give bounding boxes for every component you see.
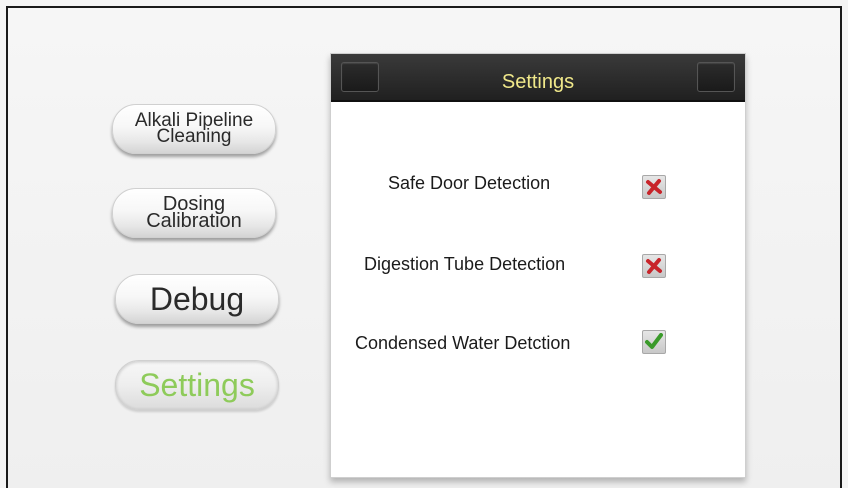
condensed-water-detection-label: Condensed Water Detction xyxy=(355,333,571,353)
alkali-pipeline-cleaning-button[interactable]: Alkali Pipeline Cleaning xyxy=(112,104,276,154)
debug-label: Debug xyxy=(149,280,245,317)
settings-nav-label: Settings xyxy=(139,366,255,403)
app-frame: Alkali Pipeline Cleaning Dosing Calibrat… xyxy=(6,6,842,488)
digestion-tube-detection-checkbox[interactable] xyxy=(642,254,666,278)
safe-door-detection-label: Safe Door Detection xyxy=(388,173,551,193)
panel-title: Settings xyxy=(501,71,575,93)
dosing-calibration-label: Dosing Calibration xyxy=(146,193,242,232)
condensed-water-detection-checkbox[interactable] xyxy=(642,330,666,354)
safe-door-detection-checkbox[interactable] xyxy=(642,175,666,199)
panel-right-corner-button[interactable] xyxy=(697,62,735,92)
settings-nav-button[interactable]: Settings xyxy=(115,360,279,410)
alkali-pipeline-cleaning-label: Alkali Pipeline Cleaning xyxy=(134,110,254,147)
settings-panel: Settings Safe Door Detection Digestion T… xyxy=(330,53,746,478)
dosing-calibration-button[interactable]: Dosing Calibration xyxy=(112,188,276,238)
cross-icon xyxy=(645,257,663,275)
cross-icon xyxy=(645,178,663,196)
digestion-tube-detection-label: Digestion Tube Detection xyxy=(364,254,566,274)
debug-button[interactable]: Debug xyxy=(115,274,279,324)
panel-left-corner-button[interactable] xyxy=(341,62,379,92)
checkmark-icon xyxy=(645,333,663,351)
